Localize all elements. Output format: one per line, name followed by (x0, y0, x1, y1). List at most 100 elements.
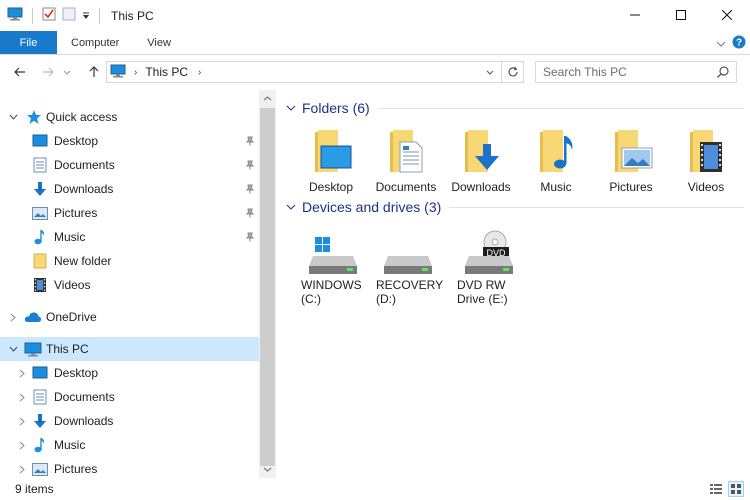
nav-pc-pictures[interactable]: Pictures (0, 457, 259, 478)
breadcrumb-chevron-icon[interactable]: › (134, 67, 137, 78)
expand-arrow-icon[interactable] (17, 457, 27, 478)
folder-tile-desktop[interactable]: Desktop (293, 128, 369, 194)
expand-arrow-icon[interactable] (8, 305, 18, 329)
music-note-icon (32, 229, 48, 245)
drives-group-title: Devices and drives (3) (302, 199, 442, 215)
pin-icon[interactable] (245, 231, 255, 245)
back-button[interactable] (8, 60, 32, 84)
folder-tile-documents[interactable]: Documents (368, 128, 444, 194)
nav-quick-access[interactable]: Quick access (0, 105, 259, 129)
computer-icon (24, 341, 42, 357)
collapse-arrow-icon[interactable] (8, 105, 18, 129)
pin-icon[interactable] (245, 159, 255, 173)
folder-tile-videos[interactable]: Videos (668, 128, 744, 194)
documents-folder-icon (382, 128, 430, 176)
drives-group-header[interactable]: Devices and drives (3) (286, 197, 744, 217)
nav-pane-scrollbar[interactable] (259, 90, 276, 478)
scrollbar-thumb[interactable] (260, 108, 275, 466)
collapse-arrow-icon[interactable] (8, 337, 18, 361)
windows-drive-icon (309, 236, 357, 276)
pin-icon[interactable] (245, 207, 255, 221)
forward-button[interactable] (36, 60, 60, 84)
minimize-button[interactable] (612, 0, 658, 30)
breadcrumb-this-pc[interactable]: This PC (145, 65, 188, 79)
status-bar: 9 items (0, 478, 750, 500)
nav-label: Quick access (46, 110, 118, 124)
pictures-folder-icon (607, 128, 655, 176)
toolbar-divider (99, 7, 100, 24)
properties-icon[interactable] (42, 7, 56, 24)
pin-icon[interactable] (245, 135, 255, 149)
up-button[interactable] (82, 60, 106, 84)
collapse-group-chevron-icon[interactable] (286, 103, 298, 114)
nav-this-pc[interactable]: This PC (0, 337, 259, 361)
search-icon[interactable] (716, 65, 730, 82)
folders-group-header[interactable]: Folders (6) (286, 98, 744, 118)
nav-quick-documents[interactable]: Documents (0, 153, 259, 177)
search-input[interactable] (543, 65, 713, 79)
computer-icon (110, 64, 126, 81)
folder-tile-pictures[interactable]: Pictures (593, 128, 669, 194)
refresh-button[interactable] (501, 62, 523, 82)
nav-label: Documents (54, 158, 115, 172)
pictures-icon (32, 205, 48, 221)
nav-label: Videos (54, 278, 91, 292)
nav-label: Downloads (54, 182, 114, 196)
drive-tile-e[interactable]: DVD DVD RW Drive (E:) (457, 230, 531, 306)
address-dropdown-button[interactable] (481, 62, 499, 82)
nav-quick-new-folder[interactable]: New folder (0, 249, 259, 273)
star-icon (26, 109, 42, 125)
nav-label: Pictures (54, 206, 98, 220)
expand-ribbon-chevron-icon[interactable] (716, 36, 726, 50)
maximize-button[interactable] (658, 0, 704, 30)
scroll-down-arrow-icon[interactable] (259, 461, 276, 478)
nav-quick-videos[interactable]: Videos (0, 273, 259, 297)
breadcrumb-chevron-icon[interactable]: › (198, 67, 201, 78)
nav-pc-desktop[interactable]: Desktop (0, 361, 259, 385)
close-button[interactable] (704, 0, 750, 30)
nav-label: Music (54, 230, 86, 244)
computer-icon[interactable] (7, 7, 23, 24)
folder-tile-downloads[interactable]: Downloads (443, 128, 519, 194)
title-bar: This PC (0, 0, 750, 31)
recent-locations-dropdown[interactable] (60, 60, 74, 84)
tab-file[interactable]: File (0, 31, 57, 54)
scroll-up-arrow-icon[interactable] (259, 90, 276, 107)
drive-label: WINDOWS (C:) (301, 278, 362, 306)
nav-pc-documents[interactable]: Documents (0, 385, 259, 409)
nav-quick-pictures[interactable]: Pictures (0, 201, 259, 225)
ribbon-right-controls: ? (716, 31, 746, 55)
drive-tile-c[interactable]: WINDOWS (C:) (301, 236, 375, 306)
nav-onedrive[interactable]: OneDrive (0, 305, 259, 329)
customize-toolbar-dropdown-icon[interactable] (82, 9, 90, 23)
nav-quick-downloads[interactable]: Downloads (0, 177, 259, 201)
nav-pc-downloads[interactable]: Downloads (0, 409, 259, 433)
folder-tile-music[interactable]: Music (518, 128, 594, 194)
nav-label: Desktop (54, 134, 99, 148)
new-folder-icon[interactable] (62, 7, 76, 24)
collapse-group-chevron-icon[interactable] (286, 202, 298, 213)
expand-arrow-icon[interactable] (17, 361, 27, 385)
drive-tile-d[interactable]: RECOVERY (D:) (376, 236, 450, 306)
help-icon[interactable]: ? (732, 35, 746, 52)
search-box[interactable] (535, 61, 737, 83)
address-bar[interactable]: › This PC › (106, 61, 524, 83)
nav-quick-desktop[interactable]: Desktop (0, 129, 259, 153)
nav-label: Documents (54, 390, 115, 404)
pin-icon[interactable] (245, 183, 255, 197)
tab-view[interactable]: View (133, 31, 185, 54)
large-icons-view-icon[interactable] (728, 481, 744, 497)
tab-computer[interactable]: Computer (57, 31, 133, 54)
desktop-icon (32, 365, 48, 381)
nav-quick-music[interactable]: Music (0, 225, 259, 249)
nav-pc-music[interactable]: Music (0, 433, 259, 457)
expand-arrow-icon[interactable] (17, 433, 27, 457)
nav-label: Music (54, 438, 86, 452)
window-title: This PC (111, 8, 154, 23)
expand-arrow-icon[interactable] (17, 409, 27, 433)
details-view-icon[interactable] (708, 481, 724, 497)
videos-folder-icon (682, 128, 730, 176)
nav-label: OneDrive (46, 310, 97, 324)
expand-arrow-icon[interactable] (17, 385, 27, 409)
view-switcher (708, 481, 744, 497)
